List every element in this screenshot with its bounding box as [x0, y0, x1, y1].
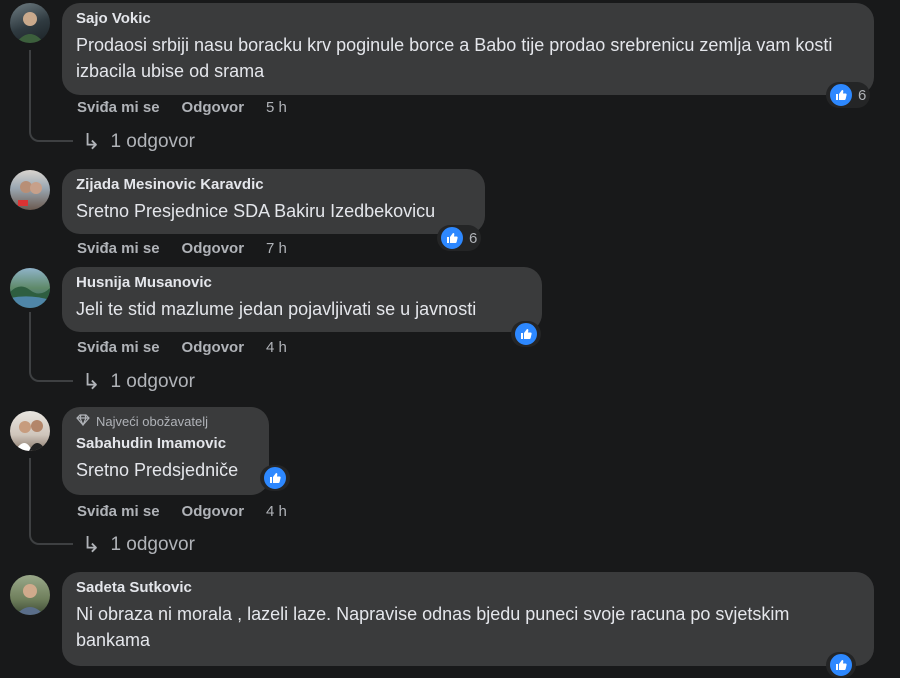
comment-actions: Sviđa mi se Odgovor 4 h: [77, 503, 287, 520]
avatar[interactable]: [10, 411, 50, 451]
comment-author[interactable]: Sadeta Sutkovic: [76, 579, 860, 597]
comment-author[interactable]: Sajo Vokic: [76, 10, 860, 28]
comment-text: Ni obraza ni morala , lazeli laze. Napra…: [76, 604, 790, 650]
comment-text: Prodaosi srbiji nasu boracku krv poginul…: [76, 35, 833, 81]
reply-arrow-icon: ↳: [82, 532, 101, 557]
view-replies-link[interactable]: ↳ 1 odgovor: [82, 532, 195, 558]
like-thumb-icon: [513, 321, 539, 347]
comment-bubble: Najveći obožavatelj Sabahudin Imamovic S…: [62, 407, 269, 495]
reaction-badge[interactable]: [511, 321, 541, 347]
like-button[interactable]: Sviđa mi se: [77, 99, 160, 116]
like-button[interactable]: Sviđa mi se: [77, 503, 160, 520]
comment-text: Sretno Presjednice SDA Bakiru Izedbekovi…: [76, 201, 436, 221]
comment-author[interactable]: Zijada Mesinovic Karavdic: [76, 176, 471, 194]
comment-timestamp[interactable]: 4 h: [266, 339, 287, 356]
comment-text: Sretno Predsjedniče: [76, 460, 239, 480]
reaction-badge[interactable]: 6: [826, 82, 871, 108]
like-button[interactable]: Sviđa mi se: [77, 240, 160, 257]
comment-author[interactable]: Husnija Musanovic: [76, 274, 528, 292]
reply-arrow-icon: ↳: [82, 129, 101, 154]
reply-button[interactable]: Odgovor: [182, 503, 245, 520]
reply-button[interactable]: Odgovor: [182, 240, 245, 257]
view-replies-link[interactable]: ↳ 1 odgovor: [82, 369, 195, 395]
reaction-count: 6: [858, 86, 867, 104]
view-replies-link[interactable]: ↳ 1 odgovor: [82, 129, 195, 155]
reaction-badge[interactable]: [260, 465, 290, 491]
avatar[interactable]: [10, 170, 50, 210]
replies-count-label: 1 odgovor: [110, 371, 195, 392]
comment-text: Jeli te stid mazlume jedan pojavljivati …: [76, 299, 477, 319]
comment-timestamp[interactable]: 4 h: [266, 503, 287, 520]
avatar[interactable]: [10, 575, 50, 615]
reply-arrow-icon: ↳: [82, 369, 101, 394]
replies-count-label: 1 odgovor: [110, 534, 195, 555]
like-thumb-icon: [439, 225, 465, 251]
like-thumb-icon: [828, 82, 854, 108]
reply-button[interactable]: Odgovor: [182, 339, 245, 356]
comment-timestamp[interactable]: 7 h: [266, 240, 287, 257]
reaction-badge[interactable]: [826, 652, 856, 678]
replies-count-label: 1 odgovor: [110, 131, 195, 152]
badge-label: Najveći obožavatelj: [96, 414, 209, 429]
avatar[interactable]: [10, 3, 50, 43]
comment-bubble: Zijada Mesinovic Karavdic Sretno Presjed…: [62, 169, 485, 234]
top-fan-badge: Najveći obožavatelj: [76, 414, 255, 430]
reaction-count: 6: [469, 229, 478, 247]
like-thumb-icon: [828, 652, 854, 678]
comment-actions: Sviđa mi se Odgovor 7 h: [77, 240, 287, 257]
comment-bubble: Husnija Musanovic Jeli te stid mazlume j…: [62, 267, 542, 332]
comment-bubble: Sadeta Sutkovic Ni obraza ni morala , la…: [62, 572, 874, 666]
like-thumb-icon: [262, 465, 288, 491]
comment-bubble: Sajo Vokic Prodaosi srbiji nasu boracku …: [62, 3, 874, 95]
diamond-icon: [76, 414, 90, 430]
reaction-badge[interactable]: 6: [437, 225, 482, 251]
avatar[interactable]: [10, 268, 50, 308]
comment-author[interactable]: Sabahudin Imamovic: [76, 435, 255, 453]
comment-actions: Sviđa mi se Odgovor 4 h: [77, 339, 287, 356]
comment-actions: Sviđa mi se Odgovor 5 h: [77, 99, 287, 116]
comment-timestamp[interactable]: 5 h: [266, 99, 287, 116]
like-button[interactable]: Sviđa mi se: [77, 339, 160, 356]
reply-button[interactable]: Odgovor: [182, 99, 245, 116]
